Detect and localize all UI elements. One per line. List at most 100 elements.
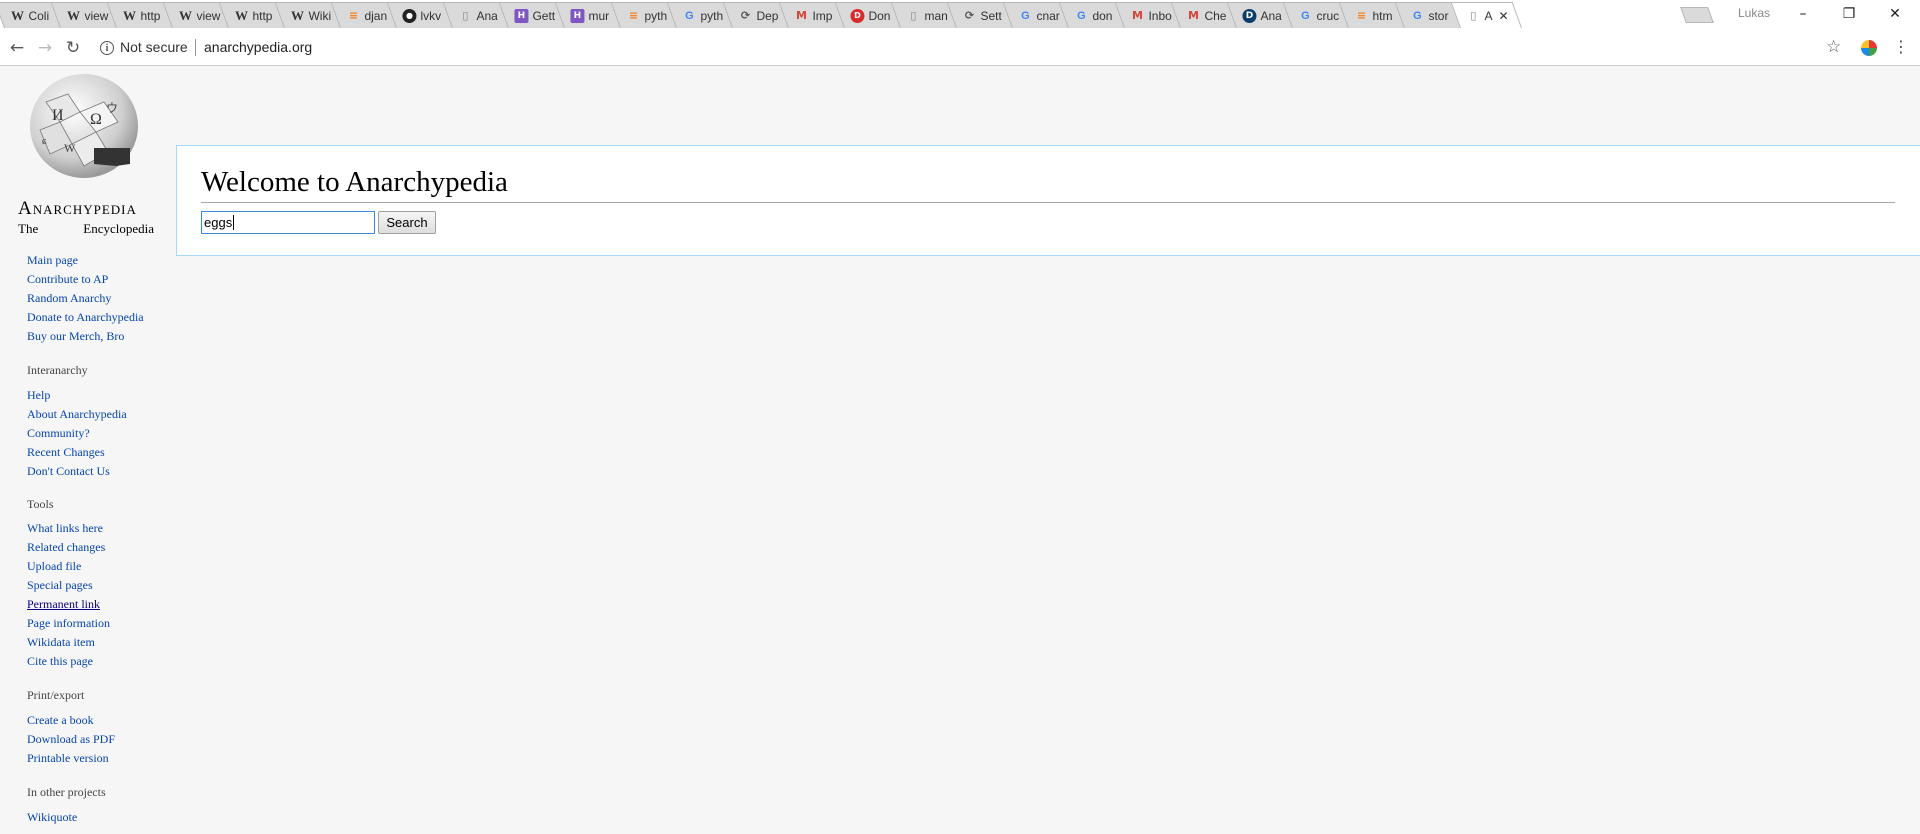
url-text[interactable]: anarchypedia.org: [204, 39, 312, 55]
browser-tab-title: cnar: [1036, 8, 1060, 23]
document-icon: ▯: [1470, 9, 1477, 22]
site-wordmark[interactable]: Anarchypedia: [18, 198, 156, 220]
document-icon: ▯: [462, 9, 469, 22]
sidebar-item-contact[interactable]: Don't Contact Us: [27, 464, 110, 479]
sidebar-item-main-page[interactable]: Main page: [27, 253, 78, 268]
browser-tab-title: Imp: [812, 8, 833, 23]
sidebar-item-help[interactable]: Help: [27, 388, 50, 403]
browser-tab-title: http: [252, 8, 273, 23]
browser-tab-title: A: [1484, 8, 1493, 23]
wikipedia-icon: W: [122, 7, 136, 23]
close-tab-icon[interactable]: ✕: [1498, 9, 1508, 23]
bookmark-star-icon[interactable]: ☆: [1826, 37, 1841, 57]
gmail-icon: M: [1131, 9, 1143, 22]
address-bar[interactable]: i Not secure anarchypedia.org: [92, 34, 1840, 62]
sidebar-item-create-book[interactable]: Create a book: [27, 713, 94, 728]
sidebar-item-about[interactable]: About Anarchypedia: [27, 407, 127, 422]
browser-tab-title: Che: [1204, 8, 1227, 23]
heroku-icon: H: [570, 8, 585, 23]
sidebar-item-wikiquote[interactable]: Wikiquote: [27, 810, 77, 825]
sidebar-item-page-information[interactable]: Page information: [27, 616, 110, 631]
svg-text:И: И: [52, 107, 64, 124]
google-icon: G: [1077, 9, 1086, 22]
browser-tab-title: Sett: [980, 8, 1002, 23]
site-logo-globe-icon[interactable]: И Ω W ウ ɕ: [20, 72, 144, 180]
sidebar-item-contribute[interactable]: Contribute to AP: [27, 272, 108, 287]
browser-tab-content: ▯ A ✕: [1456, 3, 1516, 28]
sidebar-item-cite-page[interactable]: Cite this page: [27, 654, 93, 669]
browser-menu-icon[interactable]: ⋮: [1893, 37, 1909, 56]
browser-toolbar: ← → ↻ i Not secure anarchypedia.org ☆ ⋮: [0, 30, 1920, 66]
domain-icon: D: [850, 8, 865, 23]
browser-tab-title: Gett: [532, 8, 556, 23]
google-icon: G: [1021, 9, 1030, 22]
svg-text:ウ: ウ: [106, 101, 118, 115]
security-label[interactable]: Not secure: [120, 39, 188, 55]
gmail-icon: M: [1187, 9, 1199, 22]
browser-tab-title: stor: [1428, 8, 1449, 23]
reload-icon[interactable]: ↻: [61, 36, 85, 60]
github-icon: ●: [402, 8, 417, 23]
sidebar-item-special-pages[interactable]: Special pages: [27, 578, 93, 593]
svg-text:Ω: Ω: [90, 111, 102, 128]
wikipedia-icon: W: [10, 7, 24, 23]
svg-text:ɕ: ɕ: [42, 136, 47, 147]
browser-tab-title: djan: [364, 8, 388, 23]
close-window-icon[interactable]: ✕: [1872, 0, 1918, 28]
sidebar-item-related-changes[interactable]: Related changes: [27, 540, 105, 555]
sidebar-item-merch[interactable]: Buy our Merch, Bro: [27, 329, 124, 344]
address-separator: [195, 39, 196, 56]
deploy-icon: ⟳: [964, 9, 975, 22]
google-icon: G: [1301, 9, 1310, 22]
stackoverflow-icon: ≡: [348, 9, 359, 22]
search-button[interactable]: Search: [378, 211, 436, 234]
sidebar-item-donate[interactable]: Donate to Anarchypedia: [27, 310, 144, 325]
sidebar-item-download-pdf[interactable]: Download as PDF: [27, 732, 115, 747]
browser-tab-title: http: [140, 8, 161, 23]
browser-tab-title: view: [84, 8, 109, 23]
browser-tab-title: cruc: [1316, 8, 1340, 23]
browser-tab-title: Inbo: [1148, 8, 1172, 23]
info-icon[interactable]: i: [100, 41, 114, 55]
page-title: Welcome to Anarchypedia: [201, 164, 1895, 203]
text-caret: [233, 215, 235, 230]
browser-tab-strip: W Coli Wview Whttp Wview Whttp W Wiki ≡ djan ● lvkv…: [0, 0, 1920, 30]
sidebar-item-wikidata-item[interactable]: Wikidata item: [27, 635, 95, 650]
minimize-icon[interactable]: –: [1780, 0, 1826, 28]
sidebar-item-random[interactable]: Random Anarchy: [27, 291, 111, 306]
wikipedia-icon: W: [178, 7, 192, 23]
browser-tab-title: Don: [868, 8, 891, 23]
back-arrow-icon[interactable]: ←: [5, 36, 29, 60]
browser-tab-title: lvkv: [420, 8, 442, 23]
restore-icon[interactable]: ❐: [1826, 0, 1872, 28]
profile-name[interactable]: Lukas: [1738, 6, 1770, 20]
gmail-icon: M: [795, 9, 807, 22]
svg-text:W: W: [64, 141, 76, 155]
browser-tab-title: view: [196, 8, 221, 23]
forward-arrow-icon[interactable]: →: [33, 36, 57, 60]
sidebar-item-printable-version[interactable]: Printable version: [27, 751, 109, 766]
sidebar-heading-tools: Tools: [27, 497, 54, 511]
browser-tab-title: pyth: [644, 8, 668, 23]
sidebar-item-community[interactable]: Community?: [27, 426, 90, 441]
deploy-icon: ⟳: [740, 9, 751, 22]
wikipedia-icon: W: [66, 7, 80, 23]
search-input[interactable]: eggs: [201, 211, 375, 234]
google-icon: G: [685, 9, 694, 22]
tab-list: W Coli Wview Whttp Wview Whttp W Wiki ≡ djan ● lvkv…: [0, 2, 1522, 28]
browser-tab-title: man: [924, 8, 948, 23]
sidebar-heading-other-projects[interactable]: In other projects: [27, 785, 106, 800]
browser-tab[interactable]: ▯ A ✕: [1450, 2, 1522, 28]
sidebar-item-what-links-here[interactable]: What links here: [27, 521, 103, 536]
search-input-value[interactable]: eggs: [204, 215, 232, 230]
browser-tab-title: mur: [588, 8, 610, 23]
stackoverflow-icon: ≡: [1356, 9, 1367, 22]
sidebar-heading-print-export[interactable]: Print/export: [27, 688, 84, 703]
new-tab-button[interactable]: [1680, 7, 1714, 23]
sidebar-item-recent-changes[interactable]: Recent Changes: [27, 445, 105, 460]
browser-tab-title: Coli: [28, 8, 50, 23]
sidebar-item-upload-file[interactable]: Upload file: [27, 559, 81, 574]
extension-icon[interactable]: [1861, 40, 1877, 56]
sidebar-item-permanent-link[interactable]: Permanent link: [27, 597, 100, 612]
sidebar-heading-interanarchy[interactable]: Interanarchy: [27, 363, 88, 378]
